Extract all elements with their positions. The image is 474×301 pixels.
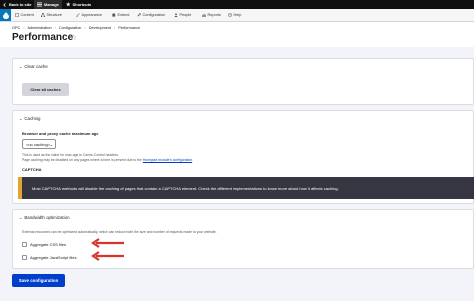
select-value: <no caching> [26,141,51,147]
page-title: Performance [12,32,74,43]
clear-cache-summary-label: Clear cache [24,64,48,69]
aggregate-js-label[interactable]: Aggregate JavaScript files [30,255,76,260]
cache-description-line-2: Page caching may be disabled on any page… [22,158,193,162]
tray-label: Help [233,13,242,17]
clear-all-caches-button[interactable]: Clear all caches [22,83,69,96]
captcha-label: CAPTCHA [22,167,42,172]
breadcrumb: OPC › Administration › Configuration › Develop… [12,26,141,30]
chevron-down-icon: ⌄ [49,141,53,147]
caching-summary[interactable]: ⌄ Caching [19,116,40,121]
annotation-arrow-icon [91,251,124,261]
star-icon: ★ [66,1,71,8]
chevron-down-icon: ⌄ [19,64,23,69]
breadcrumb-current: Performance [118,26,141,30]
bandwidth-section: ⌄ Bandwidth optimization External resour… [12,209,474,269]
chevron-down-icon: ⌄ [19,116,23,121]
annotation-arrow-icon [91,238,124,248]
wrench-icon [137,13,141,17]
clear-cache-summary[interactable]: ⌄ Clear cache [19,64,48,69]
paintbrush-icon [76,13,80,17]
cache-max-age-select[interactable]: <no caching> ⌄ [22,139,56,149]
breadcrumb-link[interactable]: Configuration [59,26,82,30]
aggregate-js-checkbox[interactable] [22,255,27,260]
tray-label: Extend [117,13,130,17]
save-configuration-button[interactable]: Save configuration [12,274,65,287]
tray-item-reports[interactable]: Reports [202,9,221,21]
bandwidth-description: External resources can be optimized auto… [22,230,217,234]
clear-cache-section: ⌄ Clear cache Clear all caches [12,58,474,105]
tray-item-configuration[interactable]: Configuration [137,9,165,21]
bar-chart-icon [202,13,206,17]
aggregate-css-row: Aggregate CSS files [22,242,66,247]
tray-label: Content [20,13,34,17]
desc-text: Page caching may be disabled on any page… [22,158,142,162]
cache-description-line-1: This is used as the value for max-age in… [22,153,119,157]
admin-toolbar: Back to site Manage ★ Shortcuts [0,0,474,9]
aggregate-js-row: Aggregate JavaScript files [22,255,76,260]
bandwidth-summary[interactable]: ⌄ Bandwidth optimization [19,215,70,220]
back-to-site-label: Back to site [9,2,32,7]
drupal-drop-icon [2,11,9,19]
tray-item-content[interactable]: Content [15,9,34,21]
captcha-warning-message: Most CAPTCHA methods will disable the ca… [18,177,474,199]
tray-label: People [179,13,192,17]
tray-item-people[interactable]: People [174,9,191,21]
desc-text: . [192,158,194,162]
puzzle-icon [112,13,116,17]
breadcrumb-link[interactable]: Development [89,26,111,30]
file-icon [15,13,19,17]
arrow-left-icon [3,2,6,7]
warning-text: Most CAPTCHA methods will disable the ca… [32,185,339,191]
breadcrumb-link[interactable]: Administration [28,26,52,30]
shortcuts-label: Shortcuts [72,2,92,7]
tray-item-help[interactable]: ? Help [228,9,241,21]
drupal-logo[interactable] [0,9,11,21]
aggregate-css-checkbox[interactable] [22,242,27,247]
tray-item-structure[interactable]: Structure [41,9,62,21]
shortcut-star-icon[interactable]: ☆ [70,33,77,42]
chevron-down-icon: ⌄ [19,215,23,220]
cache-max-age-label: Browser and proxy cache maximum age [22,131,99,136]
shortcuts-tab[interactable]: ★ Shortcuts [66,0,91,9]
people-icon [174,13,178,17]
manage-tab[interactable]: Manage [34,0,62,9]
help-icon: ? [228,13,232,17]
sitemap-icon [41,13,45,17]
tray-item-extend[interactable]: Extend [112,9,129,21]
manage-label: Manage [44,2,59,7]
breadcrumb-link[interactable]: OPC [12,26,20,30]
back-to-site-link[interactable]: Back to site [3,0,31,9]
tray-label: Configuration [142,13,166,17]
tray-item-appearance[interactable]: Appearance [76,9,102,21]
caching-summary-label: Caching [24,116,41,121]
tray-label: Appearance [81,13,102,17]
tray-label: Structure [46,13,62,17]
admin-tray: Content Structure Appearance Extend Conf… [0,9,474,22]
bandwidth-summary-label: Bandwidth optimization [24,215,70,220]
honeypot-config-link[interactable]: Honeypot module's configuration [143,158,192,162]
aggregate-css-label[interactable]: Aggregate CSS files [30,242,66,247]
hamburger-icon [37,2,42,7]
tray-label: Reports [207,13,221,17]
